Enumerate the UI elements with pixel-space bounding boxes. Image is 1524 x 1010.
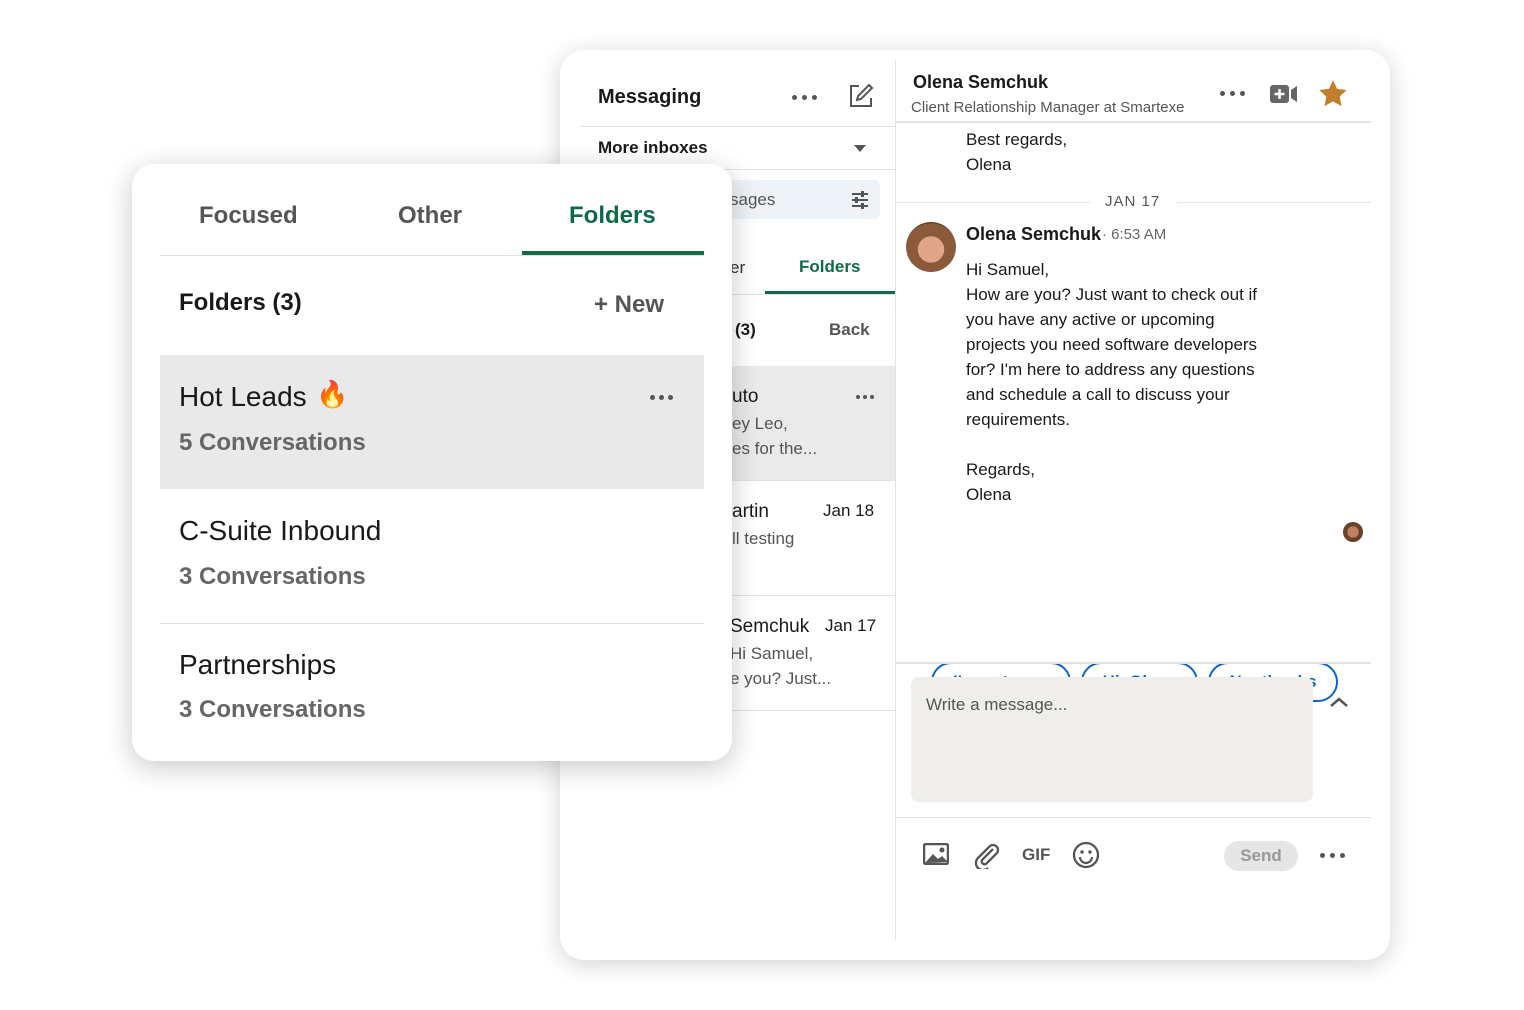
search-input[interactable]: sages [710, 180, 880, 219]
filter-icon[interactable] [850, 190, 870, 210]
attachment-icon[interactable] [973, 841, 1001, 869]
tab-focused[interactable]: Focused [199, 202, 298, 230]
folders-header: Folders (3) [179, 289, 302, 316]
new-folder-button[interactable]: + New [594, 291, 664, 319]
contact-title: Client Relationship Manager at Smartexe [911, 99, 1185, 116]
avatar[interactable] [906, 222, 956, 272]
date-divider: JAN 17 [1105, 193, 1161, 210]
image-icon[interactable] [923, 843, 949, 865]
expand-icon[interactable] [1328, 695, 1350, 709]
tab-other[interactable]: Other [398, 202, 462, 230]
video-call-icon[interactable] [1270, 83, 1298, 105]
folder-item-c-suite-inbound[interactable]: C-Suite Inbound 3 Conversations [160, 489, 704, 623]
back-button[interactable]: Back [829, 320, 870, 340]
caret-down-icon[interactable] [854, 145, 866, 152]
folders-count: (3) [735, 320, 756, 339]
folder-item-partnerships[interactable]: Partnerships 3 Conversations [160, 624, 704, 758]
folders-panel: Focused Other Folders Folders (3) + New … [132, 164, 732, 761]
compose-options-icon[interactable] [1320, 853, 1345, 858]
sender-name[interactable]: Olena Semchuk [966, 224, 1101, 245]
tab-other[interactable]: er [730, 258, 745, 278]
gif-button[interactable]: GIF [1022, 845, 1050, 865]
message-time: · 6:53 AM [1102, 226, 1167, 243]
folder-item-hot-leads[interactable]: Hot Leads 🔥 5 Conversations [160, 355, 704, 489]
messaging-title: Messaging [598, 86, 702, 108]
contact-name[interactable]: Olena Semchuk [913, 72, 1048, 93]
message-body: Hi Samuel, How are you? Just want to chec… [966, 260, 1258, 504]
more-icon[interactable] [856, 395, 874, 399]
fire-icon: 🔥 [316, 379, 349, 409]
emoji-icon[interactable] [1072, 841, 1100, 869]
message-input[interactable]: Write a message... [911, 677, 1313, 802]
read-receipt-avatar [1343, 522, 1363, 542]
send-button[interactable]: Send [1224, 841, 1298, 871]
thread-options-icon[interactable] [1220, 91, 1245, 96]
messaging-options-icon[interactable] [792, 95, 817, 100]
more-icon[interactable] [650, 395, 673, 400]
more-inboxes-dropdown[interactable]: More inboxes [598, 138, 708, 158]
star-icon[interactable] [1319, 80, 1347, 107]
compose-icon[interactable] [848, 83, 874, 109]
tab-folders[interactable]: Folders [569, 202, 656, 230]
tab-folders[interactable]: Folders [799, 257, 860, 277]
